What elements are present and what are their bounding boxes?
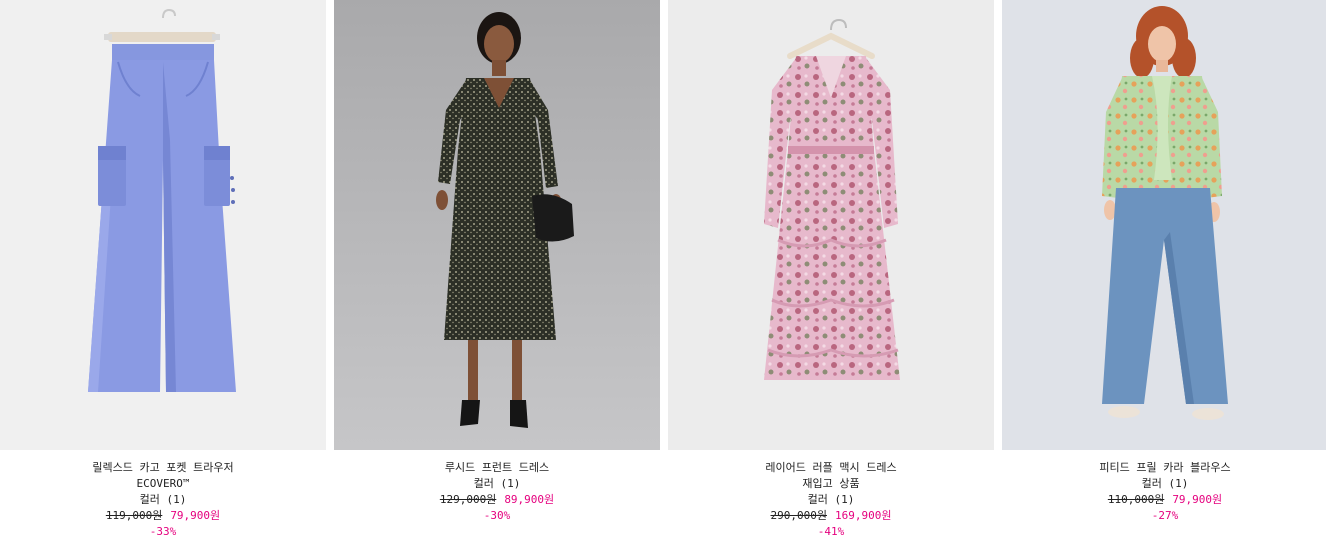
sale-price: 79,900원 <box>1172 493 1223 506</box>
discount-badge: -30% <box>483 509 511 522</box>
color-count[interactable]: 컬러 (1) <box>334 476 660 492</box>
price-row: 290,000원 169,900원 <box>668 508 994 524</box>
sale-price: 89,900원 <box>504 493 555 506</box>
product-title[interactable]: 피티드 프릴 카라 블라우스 <box>1002 460 1326 476</box>
product-title[interactable]: 레이어드 러플 맥시 드레스 <box>668 460 994 476</box>
color-count[interactable]: 컬러 (1) <box>1002 476 1326 492</box>
product-card-frill-blouse[interactable]: 피티드 프릴 카라 블라우스 컬러 (1) 110,000원 79,900원 -2… <box>1002 0 1326 558</box>
floral-ruched-dress-model-image[interactable] <box>334 0 660 450</box>
restock-label: 재입고 상품 <box>802 477 860 490</box>
original-price: 290,000원 <box>770 509 827 522</box>
discount-badge: -33% <box>149 525 177 538</box>
original-price: 110,000원 <box>1107 493 1165 506</box>
product-card-cargo-trousers[interactable]: 릴렉스드 카고 포켓 트라우저 ECOVERO™ 컬러 (1) 119,000원… <box>0 0 326 558</box>
product-grid: 릴렉스드 카고 포켓 트라우저 ECOVERO™ 컬러 (1) 119,000원… <box>0 0 1326 558</box>
price-row: 129,000원 89,900원 <box>334 492 660 508</box>
sale-price: 79,900원 <box>170 509 221 522</box>
product-info: 피티드 프릴 카라 블라우스 컬러 (1) 110,000원 79,900원 -2… <box>1002 460 1326 524</box>
original-price: 119,000원 <box>105 509 163 522</box>
discount-badge: -27% <box>1151 509 1179 522</box>
blue-cargo-trousers-image[interactable] <box>0 0 326 450</box>
sale-price: 169,900원 <box>835 509 892 522</box>
product-card-ruffle-maxi-dress[interactable]: 레이어드 러플 맥시 드레스 재입고 상품 컬러 (1) 290,000원 169… <box>668 0 994 558</box>
product-info: 레이어드 러플 맥시 드레스 재입고 상품 컬러 (1) 290,000원 169… <box>668 460 994 540</box>
product-info: 루시드 프런트 드레스 컬러 (1) 129,000원 89,900원 -30% <box>334 460 660 524</box>
price-row: 110,000원 79,900원 <box>1002 492 1326 508</box>
product-subtitle: ECOVERO™ <box>136 477 190 490</box>
original-price: 129,000원 <box>439 493 497 506</box>
color-count[interactable]: 컬러 (1) <box>668 492 994 508</box>
product-title[interactable]: 루시드 프런트 드레스 <box>334 460 660 476</box>
price-row: 119,000원 79,900원 <box>0 508 326 524</box>
discount-badge: -41% <box>817 525 845 538</box>
green-floral-blouse-model-image[interactable] <box>1002 0 1326 450</box>
product-title[interactable]: 릴렉스드 카고 포켓 트라우저 <box>0 460 326 476</box>
color-count[interactable]: 컬러 (1) <box>0 492 326 508</box>
product-card-ruched-dress[interactable]: 루시드 프런트 드레스 컬러 (1) 129,000원 89,900원 -30% <box>334 0 660 558</box>
pink-ruffle-dress-hanger-image[interactable] <box>668 0 994 450</box>
product-info: 릴렉스드 카고 포켓 트라우저 ECOVERO™ 컬러 (1) 119,000원… <box>0 460 326 540</box>
